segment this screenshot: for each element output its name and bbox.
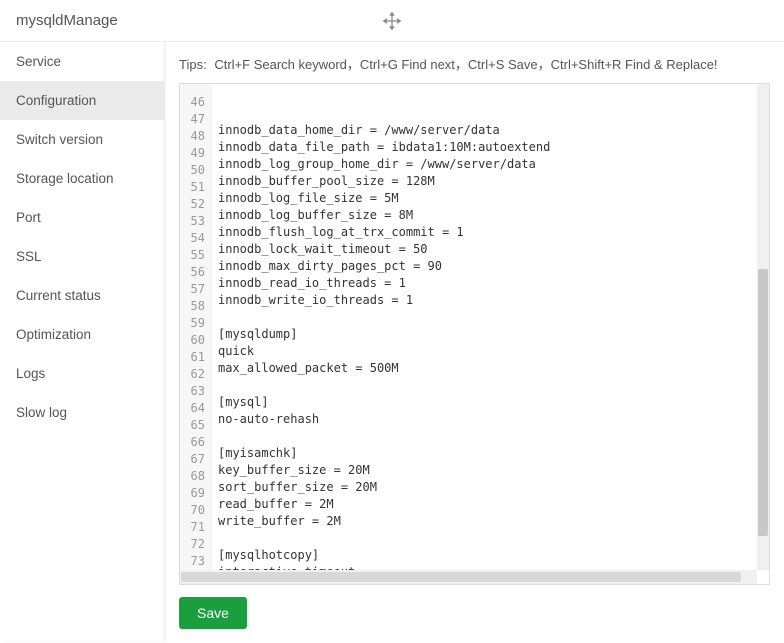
line-number: 68 bbox=[184, 468, 205, 485]
line-gutter: 4647484950515253545556575859606162636465… bbox=[180, 84, 212, 584]
line-number: 69 bbox=[184, 485, 205, 502]
line-number: 51 bbox=[184, 179, 205, 196]
line-number: 60 bbox=[184, 332, 205, 349]
app-title: mysqldManage bbox=[16, 12, 118, 29]
line-number: 52 bbox=[184, 196, 205, 213]
line-number: 49 bbox=[184, 145, 205, 162]
line-number: 70 bbox=[184, 502, 205, 519]
line-number: 55 bbox=[184, 247, 205, 264]
sidebar-item-slow-log[interactable]: Slow log bbox=[0, 393, 164, 432]
horizontal-scrollbar[interactable] bbox=[180, 570, 757, 584]
horizontal-scrollbar-thumb[interactable] bbox=[181, 572, 741, 582]
sidebar-item-port[interactable]: Port bbox=[0, 198, 164, 237]
line-number: 54 bbox=[184, 230, 205, 247]
code-line: quick bbox=[218, 343, 763, 360]
line-number: 46 bbox=[184, 94, 205, 111]
line-number: 59 bbox=[184, 315, 205, 332]
line-number: 66 bbox=[184, 434, 205, 451]
main: ServiceConfigurationSwitch versionStorag… bbox=[0, 42, 784, 641]
code-line bbox=[218, 530, 763, 547]
sidebar-item-configuration[interactable]: Configuration bbox=[0, 81, 164, 120]
tips-bar: Tips: Ctrl+F Search keyword，Ctrl+G Find … bbox=[179, 54, 770, 73]
line-number: 67 bbox=[184, 451, 205, 468]
line-number: 61 bbox=[184, 349, 205, 366]
move-icon[interactable] bbox=[382, 11, 402, 31]
line-number: 62 bbox=[184, 366, 205, 383]
sidebar-item-ssl[interactable]: SSL bbox=[0, 237, 164, 276]
config-editor[interactable]: 4647484950515253545556575859606162636465… bbox=[179, 83, 770, 585]
code-line: no-auto-rehash bbox=[218, 411, 763, 428]
line-number: 65 bbox=[184, 417, 205, 434]
code-line: innodb_flush_log_at_trx_commit = 1 bbox=[218, 224, 763, 241]
save-button[interactable]: Save bbox=[179, 597, 247, 629]
sidebar-item-current-status[interactable]: Current status bbox=[0, 276, 164, 315]
code-line: sort_buffer_size = 20M bbox=[218, 479, 763, 496]
code-line bbox=[218, 105, 763, 122]
line-number: 73 bbox=[184, 553, 205, 570]
code-line: write_buffer = 2M bbox=[218, 513, 763, 530]
code-line: max_allowed_packet = 500M bbox=[218, 360, 763, 377]
code-line: innodb_log_group_home_dir = /www/server/… bbox=[218, 156, 763, 173]
line-number: 58 bbox=[184, 298, 205, 315]
code-line bbox=[218, 309, 763, 326]
content: Tips: Ctrl+F Search keyword，Ctrl+G Find … bbox=[165, 42, 784, 641]
sidebar-item-optimization[interactable]: Optimization bbox=[0, 315, 164, 354]
code-line: innodb_read_io_threads = 1 bbox=[218, 275, 763, 292]
code-line: innodb_log_file_size = 5M bbox=[218, 190, 763, 207]
code-area[interactable]: innodb_data_home_dir = /www/server/datai… bbox=[212, 84, 769, 584]
footer: Save bbox=[179, 585, 770, 629]
sidebar-item-service[interactable]: Service bbox=[0, 42, 164, 81]
code-line: [mysqlhotcopy] bbox=[218, 547, 763, 564]
code-line: [mysqldump] bbox=[218, 326, 763, 343]
line-number: 63 bbox=[184, 383, 205, 400]
code-line bbox=[218, 428, 763, 445]
line-number: 53 bbox=[184, 213, 205, 230]
sidebar-item-logs[interactable]: Logs bbox=[0, 354, 164, 393]
tips-text: Ctrl+F Search keyword，Ctrl+G Find next，C… bbox=[214, 57, 717, 72]
sidebar: ServiceConfigurationSwitch versionStorag… bbox=[0, 42, 165, 641]
tips-label: Tips: bbox=[179, 57, 207, 72]
code-line: innodb_write_io_threads = 1 bbox=[218, 292, 763, 309]
code-line bbox=[218, 88, 763, 105]
line-number: 71 bbox=[184, 519, 205, 536]
code-line: innodb_log_buffer_size = 8M bbox=[218, 207, 763, 224]
header: mysqldManage bbox=[0, 0, 784, 42]
code-line: read_buffer = 2M bbox=[218, 496, 763, 513]
code-line: innodb_buffer_pool_size = 128M bbox=[218, 173, 763, 190]
line-number: 48 bbox=[184, 128, 205, 145]
code-line: innodb_data_home_dir = /www/server/data bbox=[218, 122, 763, 139]
vertical-scrollbar-thumb[interactable] bbox=[758, 269, 768, 536]
sidebar-item-switch-version[interactable]: Switch version bbox=[0, 120, 164, 159]
line-number: 72 bbox=[184, 536, 205, 553]
code-line bbox=[218, 377, 763, 394]
code-line: key_buffer_size = 20M bbox=[218, 462, 763, 479]
sidebar-item-storage-location[interactable]: Storage location bbox=[0, 159, 164, 198]
line-number: 64 bbox=[184, 400, 205, 417]
line-number: 50 bbox=[184, 162, 205, 179]
code-line: innodb_max_dirty_pages_pct = 90 bbox=[218, 258, 763, 275]
line-number: 56 bbox=[184, 264, 205, 281]
line-number: 47 bbox=[184, 111, 205, 128]
line-number: 57 bbox=[184, 281, 205, 298]
code-line: [myisamchk] bbox=[218, 445, 763, 462]
code-line: innodb_lock_wait_timeout = 50 bbox=[218, 241, 763, 258]
vertical-scrollbar[interactable] bbox=[757, 84, 769, 570]
code-line: [mysql] bbox=[218, 394, 763, 411]
code-line: innodb_data_file_path = ibdata1:10M:auto… bbox=[218, 139, 763, 156]
